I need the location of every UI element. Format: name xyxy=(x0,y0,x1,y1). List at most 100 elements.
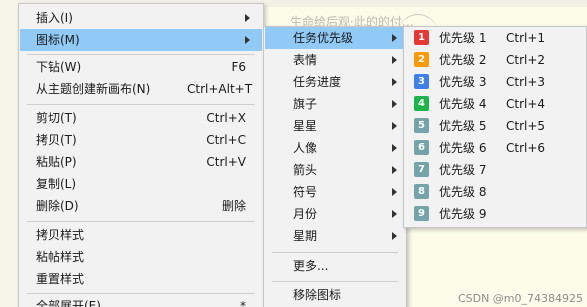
priority-item-label: 优先级 4 xyxy=(439,97,487,111)
priority-item-label: 优先级 2 xyxy=(439,53,487,67)
priority-1-icon: 1 xyxy=(414,30,429,45)
submenu-item-more[interactable]: 更多... xyxy=(265,255,405,277)
submenu-item-label: 任务进度 xyxy=(293,75,342,89)
submenu-item-label: 人像 xyxy=(293,141,318,155)
menu-separator xyxy=(27,104,255,105)
submenu-arrow-icon xyxy=(392,188,397,196)
submenu-item-task-progress[interactable]: 任务进度 xyxy=(265,71,405,93)
priority-submenu: 1 优先级 1 Ctrl+1 2 优先级 2 Ctrl+2 3 优先级 3 Ct… xyxy=(403,26,587,228)
menu-separator xyxy=(272,281,398,282)
submenu-arrow-icon xyxy=(392,144,397,152)
submenu-item-arrows[interactable]: 箭头 xyxy=(265,159,405,181)
menu-item-new-canvas-from-topic[interactable]: 从主题创建新画布(N) Ctrl+Alt+T xyxy=(20,78,262,100)
priority-7-icon: 7 xyxy=(414,162,429,177)
context-menu: 插入(I) 图标(M) 下钻(W) F6 从主题创建新画布(N) Ctrl+Al… xyxy=(18,3,264,307)
menu-item-expand-all[interactable]: 全部展开(E) * xyxy=(20,295,262,307)
watermark: CSDN @m0_74384925 xyxy=(457,292,583,305)
priority-item-3[interactable]: 3 优先级 3 Ctrl+3 xyxy=(405,71,585,93)
menu-item-paste[interactable]: 粘贴(P) Ctrl+V xyxy=(20,151,262,173)
submenu-arrow-icon xyxy=(392,232,397,240)
priority-5-icon: 5 xyxy=(414,118,429,133)
icon-submenu: 任务优先级 表情 任务进度 旗子 星星 人像 箭头 符号 月份 星期 更多... xyxy=(263,26,407,307)
menu-item-delete[interactable]: 删除(D) 删除 xyxy=(20,195,262,217)
priority-item-7[interactable]: 7 优先级 7 xyxy=(405,159,585,181)
menu-item-label: 粘帖样式 xyxy=(36,250,85,264)
priority-3-icon: 3 xyxy=(414,74,429,89)
menu-item-label: 图标(M) xyxy=(36,33,80,47)
submenu-item-label: 星星 xyxy=(293,119,318,133)
submenu-item-stars[interactable]: 星星 xyxy=(265,115,405,137)
submenu-item-weekdays[interactable]: 星期 xyxy=(265,225,405,247)
priority-item-6[interactable]: 6 优先级 6 Ctrl+6 xyxy=(405,137,585,159)
menu-separator xyxy=(27,54,255,55)
submenu-arrow-icon xyxy=(392,210,397,218)
submenu-item-label: 更多... xyxy=(293,259,329,273)
priority-item-2[interactable]: 2 优先级 2 Ctrl+2 xyxy=(405,49,585,71)
priority-item-label: 优先级 9 xyxy=(439,207,487,221)
submenu-item-label: 表情 xyxy=(293,53,318,67)
priority-item-4[interactable]: 4 优先级 4 Ctrl+4 xyxy=(405,93,585,115)
menu-item-shortcut: Ctrl+Alt+T xyxy=(187,82,253,96)
priority-item-shortcut: Ctrl+5 xyxy=(506,119,546,133)
menu-item-shortcut: * xyxy=(240,299,246,307)
priority-item-label: 优先级 3 xyxy=(439,75,487,89)
submenu-arrow-icon xyxy=(245,14,250,22)
menu-separator xyxy=(27,221,255,222)
menu-item-label: 拷贝(T) xyxy=(36,133,77,147)
menu-separator xyxy=(27,293,255,294)
menu-item-label: 粘贴(P) xyxy=(36,155,77,169)
submenu-arrow-icon xyxy=(392,166,397,174)
priority-item-label: 优先级 1 xyxy=(439,31,487,45)
menu-item-copy-style[interactable]: 拷贝样式 xyxy=(20,224,262,246)
priority-6-icon: 6 xyxy=(414,140,429,155)
menu-item-shortcut: F6 xyxy=(231,60,246,74)
menu-item-label: 剪切(T) xyxy=(36,111,77,125)
submenu-item-label: 月份 xyxy=(293,207,318,221)
submenu-item-people[interactable]: 人像 xyxy=(265,137,405,159)
submenu-item-remove-icon[interactable]: 移除图标 xyxy=(265,284,405,306)
menu-item-icon[interactable]: 图标(M) xyxy=(20,29,262,51)
menu-item-label: 全部展开(E) xyxy=(36,299,101,307)
priority-item-shortcut: Ctrl+6 xyxy=(506,141,546,155)
menu-item-copy[interactable]: 拷贝(T) Ctrl+C xyxy=(20,129,262,151)
submenu-item-label: 旗子 xyxy=(293,97,318,111)
priority-item-shortcut: Ctrl+2 xyxy=(506,53,546,67)
priority-8-icon: 8 xyxy=(414,184,429,199)
menu-item-shortcut: Ctrl+X xyxy=(206,111,246,125)
priority-item-5[interactable]: 5 优先级 5 Ctrl+5 xyxy=(405,115,585,137)
submenu-item-months[interactable]: 月份 xyxy=(265,203,405,225)
submenu-item-flags[interactable]: 旗子 xyxy=(265,93,405,115)
submenu-item-symbols[interactable]: 符号 xyxy=(265,181,405,203)
priority-item-label: 优先级 7 xyxy=(439,163,487,177)
submenu-item-label: 星期 xyxy=(293,229,318,243)
submenu-item-task-priority[interactable]: 任务优先级 xyxy=(265,27,405,49)
menu-item-insert[interactable]: 插入(I) xyxy=(20,7,262,29)
menu-item-label: 复制(L) xyxy=(36,177,77,191)
menu-item-shortcut: 删除 xyxy=(221,199,246,213)
menu-item-cut[interactable]: 剪切(T) Ctrl+X xyxy=(20,107,262,129)
priority-item-8[interactable]: 8 优先级 8 xyxy=(405,181,585,203)
priority-9-icon: 9 xyxy=(414,206,429,221)
submenu-arrow-icon xyxy=(245,36,250,44)
menu-item-paste-style[interactable]: 粘帖样式 xyxy=(20,246,262,268)
submenu-item-label: 任务优先级 xyxy=(293,31,354,45)
menu-item-label: 拷贝样式 xyxy=(36,228,85,242)
priority-2-icon: 2 xyxy=(414,52,429,67)
menu-item-label: 下钻(W) xyxy=(36,60,82,74)
submenu-item-emoji[interactable]: 表情 xyxy=(265,49,405,71)
priority-item-1[interactable]: 1 优先级 1 Ctrl+1 xyxy=(405,27,585,49)
menu-item-drill-down[interactable]: 下钻(W) F6 xyxy=(20,56,262,78)
priority-4-icon: 4 xyxy=(414,96,429,111)
submenu-arrow-icon xyxy=(392,78,397,86)
menu-item-shortcut: Ctrl+V xyxy=(206,155,246,169)
menu-item-label: 插入(I) xyxy=(36,11,73,25)
submenu-item-label: 符号 xyxy=(293,185,318,199)
submenu-arrow-icon xyxy=(392,34,397,42)
submenu-arrow-icon xyxy=(392,100,397,108)
submenu-item-label: 箭头 xyxy=(293,163,318,177)
priority-item-label: 优先级 5 xyxy=(439,119,487,133)
menu-item-duplicate[interactable]: 复制(L) xyxy=(20,173,262,195)
priority-item-9[interactable]: 9 优先级 9 xyxy=(405,203,585,225)
menu-item-reset-style[interactable]: 重置样式 xyxy=(20,268,262,290)
canvas-left-strip xyxy=(0,0,18,307)
